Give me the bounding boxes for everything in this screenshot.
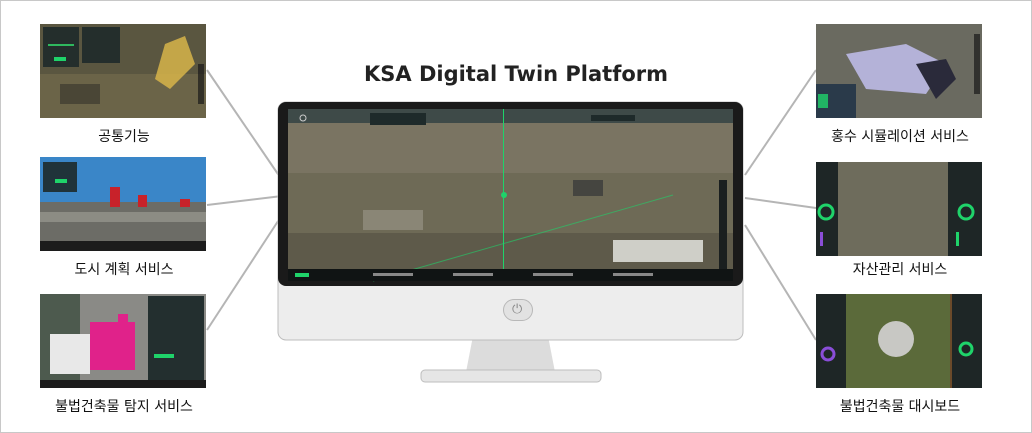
urban-planning-thumbnail	[40, 157, 206, 251]
illegal-detection-caption: 불법건축물 탐지 서비스	[55, 399, 193, 415]
common-thumbnail	[40, 24, 206, 118]
platform-title: KSA Digital Twin Platform	[363, 62, 669, 86]
asset-management-caption: 자산관리 서비스	[852, 262, 948, 278]
urban-planning-caption: 도시 계획 서비스	[74, 262, 174, 278]
power-icon: ⏻	[512, 302, 523, 317]
common-caption: 공통기능	[98, 129, 150, 145]
illegal-dashboard-caption: 불법건축물 대시보드	[839, 399, 961, 415]
illegal-dashboard-thumbnail	[816, 294, 982, 388]
illegal-detection-thumbnail	[40, 294, 206, 388]
flood-simulation-caption: 홍수 시뮬레이션 서비스	[831, 129, 969, 145]
flood-simulation-thumbnail	[816, 24, 982, 118]
asset-management-thumbnail	[816, 162, 982, 256]
power-button[interactable]: ⏻	[503, 299, 533, 321]
monitor	[277, 101, 744, 383]
